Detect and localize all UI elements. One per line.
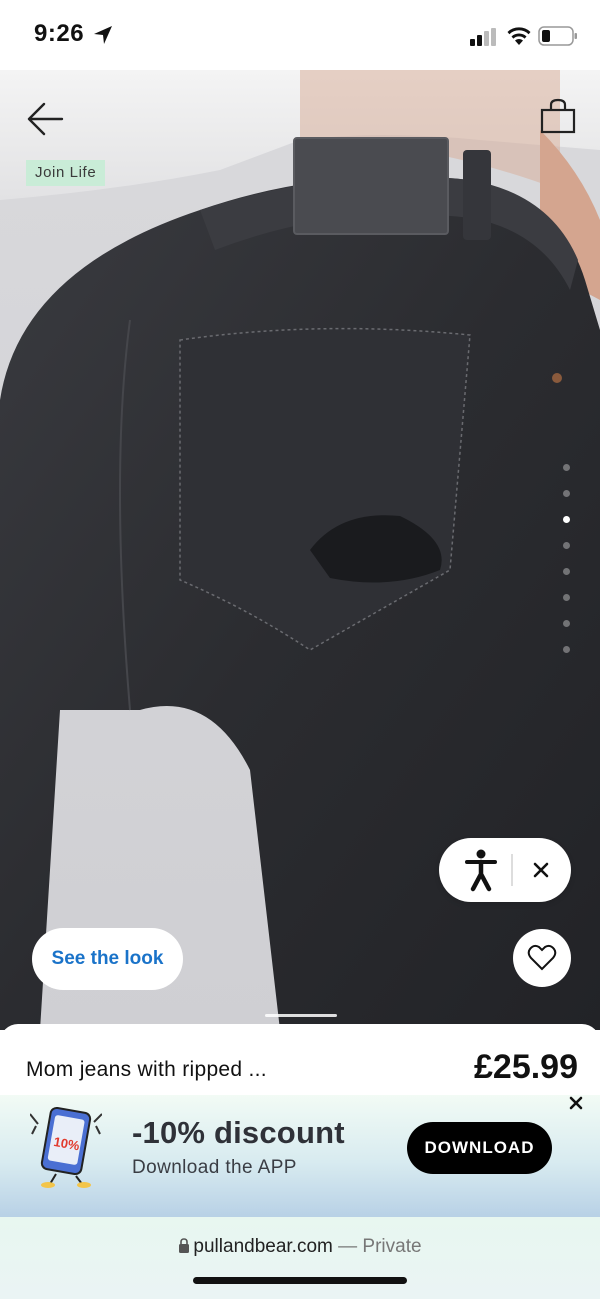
product-name[interactable]: Mom jeans with ripped ...: [26, 1058, 267, 1082]
gallery-dot[interactable]: [563, 490, 570, 497]
accessibility-widget: [439, 838, 571, 902]
battery-icon: [538, 26, 577, 46]
close-icon[interactable]: [565, 1092, 587, 1114]
join-life-badge: Join Life: [26, 160, 106, 186]
close-icon[interactable]: [527, 856, 555, 884]
banner-subtitle: Download the APP: [132, 1157, 297, 1178]
private-mode-label: — Private: [338, 1236, 422, 1257]
gallery-dots: [561, 462, 573, 658]
gallery-dot[interactable]: [563, 568, 570, 575]
wifi-icon: [507, 27, 531, 45]
gallery-dot[interactable]: [563, 646, 570, 653]
status-time: 9:26: [34, 20, 85, 47]
product-price: £25.99: [474, 1048, 578, 1086]
cellular-signal-icon: [470, 28, 496, 46]
shopping-bag-icon[interactable]: [536, 96, 578, 136]
gallery-dot[interactable]: [563, 594, 570, 601]
brand-patch: [293, 137, 449, 235]
browser-address-bar: [0, 1217, 600, 1299]
url-domain: pullandbear.com: [193, 1236, 333, 1257]
home-indicator[interactable]: [193, 1277, 407, 1284]
wishlist-button[interactable]: [513, 929, 571, 987]
heart-icon: [527, 944, 557, 971]
divider: [511, 854, 513, 886]
back-arrow-icon[interactable]: [24, 98, 66, 140]
location-arrow-icon: [94, 26, 112, 44]
accessibility-icon[interactable]: [463, 848, 499, 892]
phone-mascot-icon: 10%: [30, 1106, 102, 1188]
download-app-button[interactable]: DOWNLOAD: [407, 1122, 552, 1174]
address-field[interactable]: pullandbear.com — Private: [0, 1236, 600, 1258]
lock-icon: [179, 1238, 190, 1253]
banner-title: -10% discount: [132, 1115, 345, 1150]
rivet: [552, 373, 562, 383]
gallery-dot[interactable]: [563, 620, 570, 627]
gallery-dot[interactable]: [563, 464, 570, 471]
see-the-look-button[interactable]: See the look: [32, 928, 183, 990]
status-bar: 9:26: [0, 0, 600, 70]
gallery-dot[interactable]: [563, 542, 570, 549]
gallery-dot-active[interactable]: [563, 516, 570, 523]
image-scroll-indicator: [265, 1014, 337, 1017]
belt-loop: [463, 150, 491, 240]
